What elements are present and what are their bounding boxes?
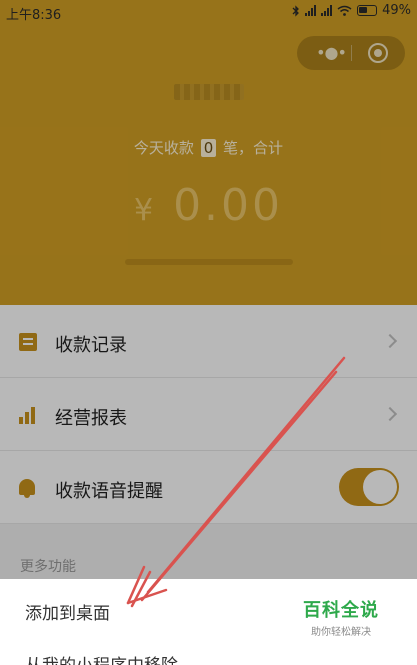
watermark: 百科全说 助你轻松解决 [296,596,386,638]
watermark-subtitle: 助你轻松解决 [311,627,371,638]
remove-from-my-miniprograms-option[interactable]: 从我的小程序中移除 [25,651,178,665]
watermark-title: 百科全说 [303,600,379,621]
dim-overlay[interactable] [0,0,417,580]
add-to-desktop-option[interactable]: 添加到桌面 [25,599,110,624]
